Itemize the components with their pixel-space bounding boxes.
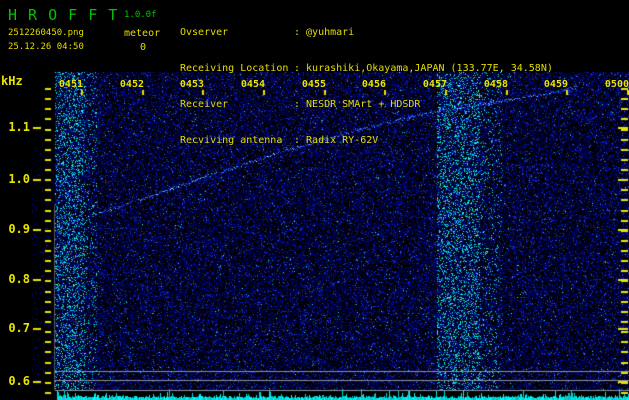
info-separator: : [294,135,301,146]
hrofft-output-screen: H R O F F T 1.0.0f 2512260450.png meteor… [0,0,629,400]
freq-axis-label: 0.9 [8,222,30,236]
time-axis-label: 0459 [543,79,568,90]
time-axis-label: 0452 [119,79,144,90]
meteor-count: 0 [140,42,147,53]
time-axis-label: 0457 [422,79,447,90]
time-axis-label: 0458 [483,79,508,90]
info-value: Radix RY-62V [306,135,379,146]
observation-datetime: 25.12.26 04:50 [8,42,84,52]
info-value: @yuhmari [306,27,355,38]
app-title: H R O F F T [8,6,119,24]
info-separator: : [294,63,301,74]
info-value: NESDR SMArt + HDSDR [306,99,421,110]
info-row-receiver: Receiver: NESDR SMArt + HDSDR [180,99,553,111]
time-axis-label: 0456 [361,79,386,90]
mode-label: meteor [124,28,161,39]
time-axis-label: 0454 [240,79,265,90]
time-axis-label: 0455 [301,79,326,90]
info-label: Ovserver [180,27,229,38]
info-value: kurashiki,Okayama,JAPAN (133.77E, 34.58N… [306,63,553,74]
info-row-location: Receiving Location: kurashiki,Okayama,JAP… [180,63,553,75]
info-separator: : [294,99,301,110]
time-axis-label: 0500 [604,79,629,90]
info-label: Receiver [180,99,229,110]
freq-axis-label: 1.0 [8,172,30,186]
info-row-observer: Ovserver: @yuhmari [180,27,553,39]
freq-axis-label: 0.6 [8,374,30,388]
output-filename: 2512260450.png [8,28,84,38]
app-version: 1.0.0f [124,10,157,20]
info-separator: : [294,27,301,38]
freq-axis-label: 0.8 [8,272,30,286]
info-row-antenna: Recviving antenna: Radix RY-62V [180,135,553,147]
info-label: Receiving Location [180,63,289,74]
time-axis-label: 0451 [58,79,83,90]
info-label: Recviving antenna [180,135,283,146]
freq-axis-label: 1.1 [8,120,30,134]
freq-axis-label: 0.7 [8,321,30,335]
time-axis-label: 0453 [179,79,204,90]
freq-unit-label: kHz [1,74,23,88]
